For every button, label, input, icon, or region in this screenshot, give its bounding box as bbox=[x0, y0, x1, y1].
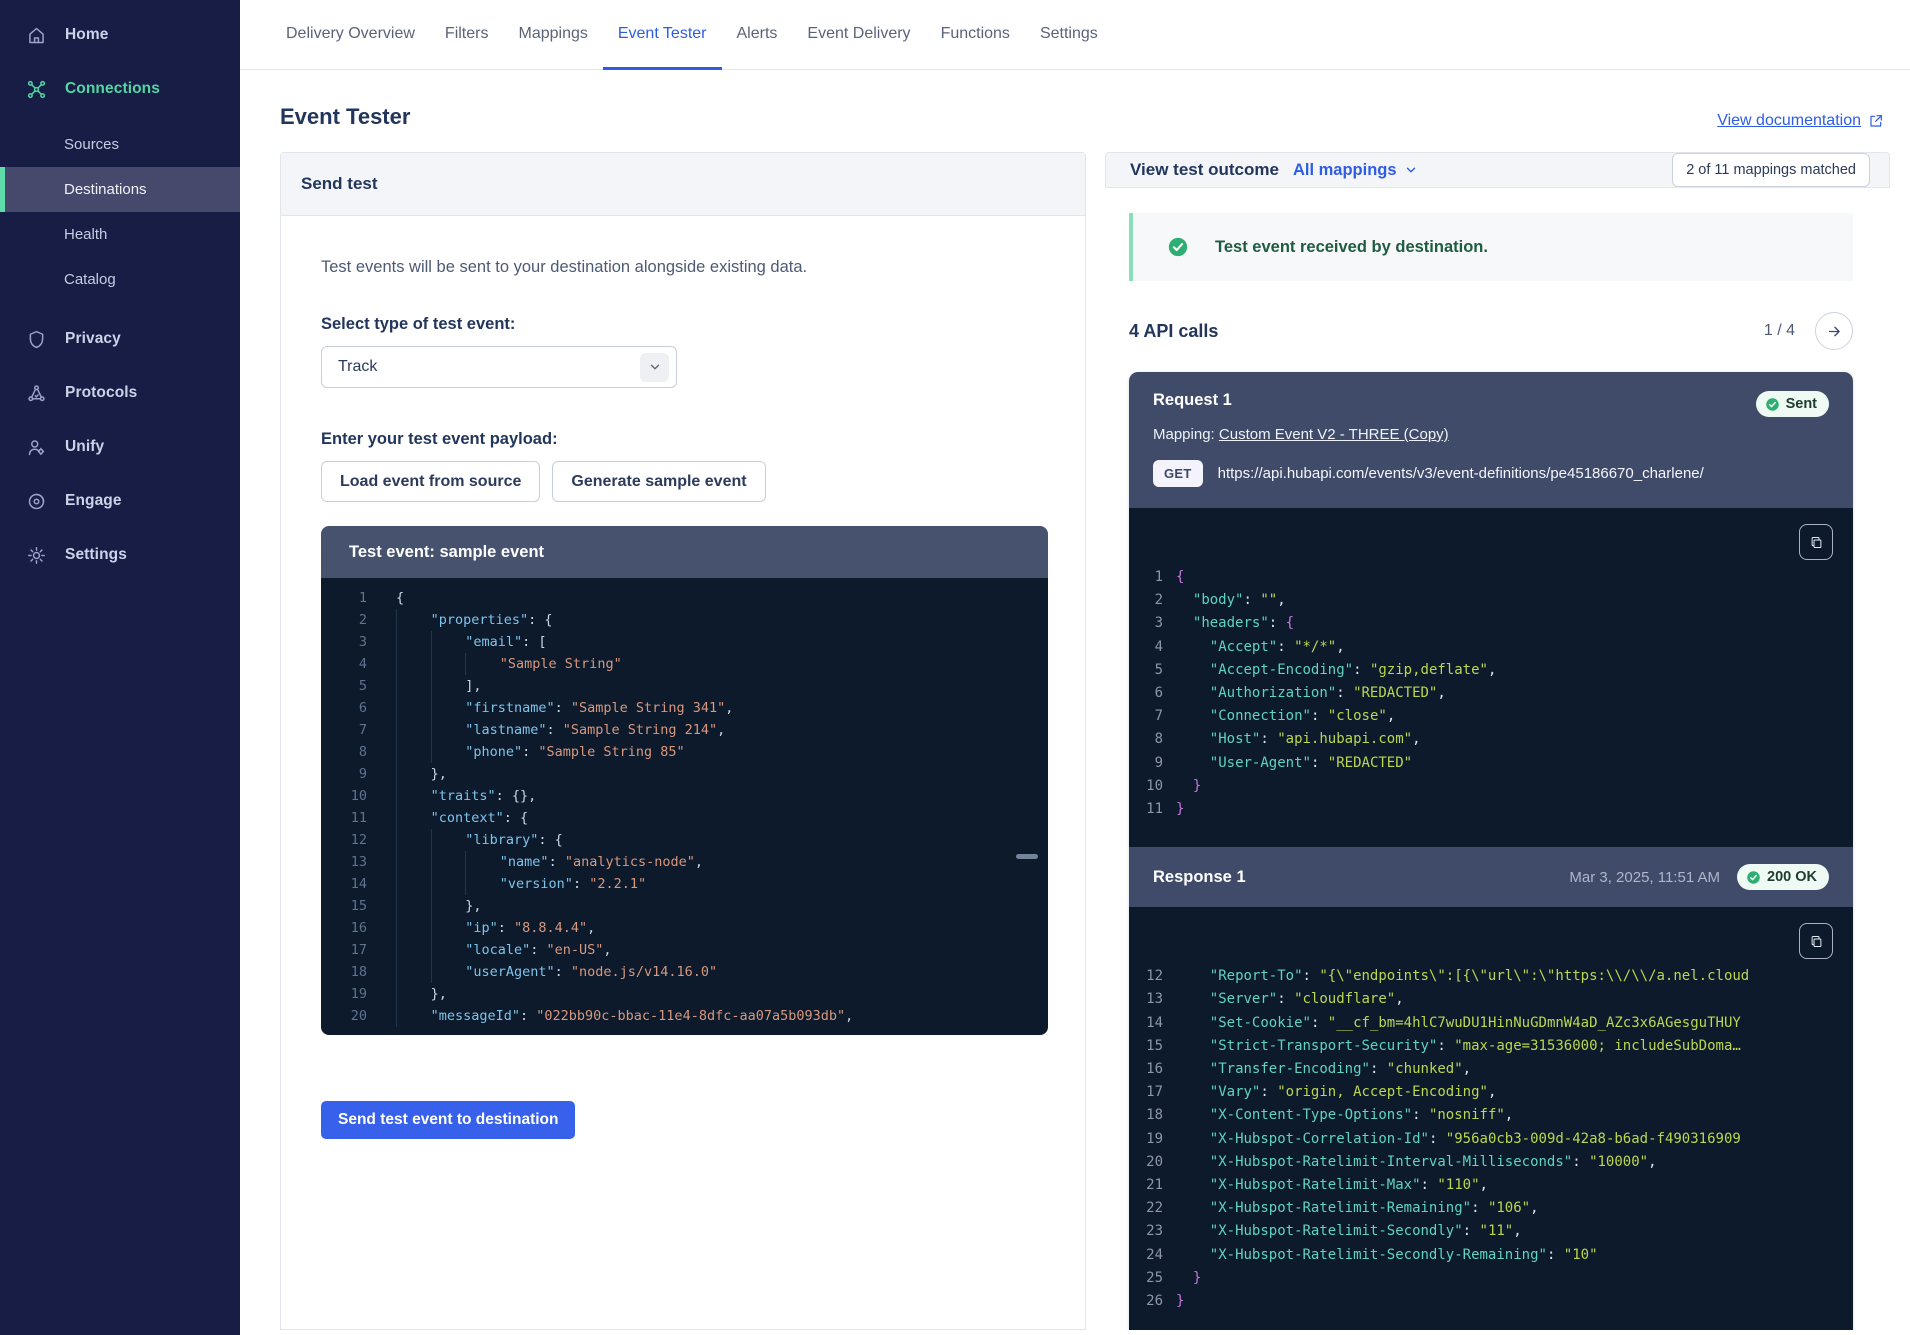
external-link-icon bbox=[1868, 113, 1884, 129]
send-test-header: Send test bbox=[281, 153, 1085, 216]
tab-functions[interactable]: Functions bbox=[926, 1, 1025, 70]
sent-status-badge: Sent bbox=[1756, 391, 1829, 417]
content-columns: Send test Test events will be sent to yo… bbox=[240, 152, 1910, 1330]
outcome-title: View test outcome bbox=[1130, 160, 1279, 180]
status-200-badge: 200 OK bbox=[1737, 864, 1829, 890]
connections-subnav: Sources Destinations Health Catalog bbox=[0, 122, 240, 302]
sidebar-item-protocols[interactable]: Protocols bbox=[0, 366, 240, 420]
pager-position: 1 / 4 bbox=[1764, 322, 1795, 340]
check-circle-icon bbox=[1167, 236, 1189, 258]
home-icon bbox=[26, 25, 47, 46]
view-documentation-link[interactable]: View documentation bbox=[1717, 112, 1884, 130]
copy-icon bbox=[1809, 934, 1824, 949]
payload-editor: Test event: sample event 1{2"properties"… bbox=[321, 526, 1048, 1035]
tab-alerts[interactable]: Alerts bbox=[722, 1, 793, 70]
load-event-from-source-button[interactable]: Load event from source bbox=[321, 461, 540, 502]
page-header: Event Tester View documentation bbox=[240, 70, 1910, 130]
send-test-event-button[interactable]: Send test event to destination bbox=[321, 1101, 575, 1139]
engage-icon bbox=[26, 491, 47, 512]
check-circle-icon bbox=[1765, 397, 1780, 412]
sidebar-item-sources[interactable]: Sources bbox=[0, 122, 240, 167]
request-body-code: 1{2"body": "",3"headers": {4"Accept": "*… bbox=[1129, 508, 1853, 847]
api-calls-title: 4 API calls bbox=[1129, 321, 1218, 342]
copy-response-button[interactable] bbox=[1799, 923, 1833, 959]
chevron-down-icon bbox=[1404, 163, 1418, 177]
api-call-pager: 1 / 4 bbox=[1764, 312, 1853, 350]
payload-label: Enter your test event payload: bbox=[321, 430, 1045, 449]
chevron-down-icon bbox=[640, 353, 669, 382]
tab-mappings[interactable]: Mappings bbox=[503, 1, 602, 70]
tab-delivery-overview[interactable]: Delivery Overview bbox=[271, 1, 430, 70]
payload-code[interactable]: 1{2"properties": {3"email": [4"Sample St… bbox=[321, 578, 1048, 1035]
mappings-matched-badge: 2 of 11 mappings matched bbox=[1672, 153, 1870, 187]
event-type-label: Select type of test event: bbox=[321, 315, 1045, 334]
unify-icon bbox=[26, 437, 47, 458]
tab-settings[interactable]: Settings bbox=[1025, 1, 1113, 70]
payload-editor-title: Test event: sample event bbox=[321, 526, 1048, 578]
sidebar-item-home[interactable]: Home bbox=[0, 8, 240, 62]
sidebar-item-engage[interactable]: Engage bbox=[0, 474, 240, 528]
mapping-label: Mapping: bbox=[1153, 426, 1215, 443]
sidebar-item-settings[interactable]: Settings bbox=[0, 528, 240, 582]
copy-request-button[interactable] bbox=[1799, 524, 1833, 560]
gear-icon bbox=[26, 545, 47, 566]
main-content: Delivery Overview Filters Mappings Event… bbox=[240, 0, 1910, 1335]
request-title: Request 1 bbox=[1153, 391, 1232, 410]
sidebar-item-privacy[interactable]: Privacy bbox=[0, 312, 240, 366]
editor-scrollbar[interactable] bbox=[1016, 854, 1038, 859]
sidebar-item-destinations[interactable]: Destinations bbox=[0, 167, 240, 212]
tab-event-tester[interactable]: Event Tester bbox=[603, 1, 722, 70]
success-message: Test event received by destination. bbox=[1215, 238, 1488, 257]
http-method-badge: GET bbox=[1153, 460, 1203, 487]
tab-filters[interactable]: Filters bbox=[430, 1, 504, 70]
response-header: Response 1 Mar 3, 2025, 11:51 AM 200 OK bbox=[1129, 847, 1853, 907]
sidebar-item-connections[interactable]: Connections bbox=[0, 62, 240, 116]
sidebar-item-catalog[interactable]: Catalog bbox=[0, 257, 240, 302]
api-call-card: Request 1 Sent Mapping: Custom Event V2 … bbox=[1129, 372, 1853, 1330]
send-test-panel: Send test Test events will be sent to yo… bbox=[280, 152, 1086, 1330]
event-type-select[interactable]: Track bbox=[321, 346, 677, 388]
check-circle-icon bbox=[1746, 870, 1761, 885]
arrow-right-icon bbox=[1826, 323, 1843, 340]
send-test-description: Test events will be sent to your destina… bbox=[321, 258, 1045, 277]
page-title: Event Tester bbox=[280, 104, 410, 130]
protocols-icon bbox=[26, 383, 47, 404]
test-outcome-header: View test outcome All mappings 2 of 11 m… bbox=[1105, 152, 1890, 188]
copy-icon bbox=[1809, 535, 1824, 550]
shield-icon bbox=[26, 329, 47, 350]
response-timestamp: Mar 3, 2025, 11:51 AM bbox=[1569, 869, 1720, 886]
mappings-filter-dropdown[interactable]: All mappings bbox=[1293, 161, 1418, 180]
sidebar-item-unify[interactable]: Unify bbox=[0, 420, 240, 474]
tab-bar: Delivery Overview Filters Mappings Event… bbox=[240, 0, 1910, 70]
response-body-code: 12"Report-To": "{\"endpoints\":[{\"url\"… bbox=[1129, 907, 1853, 1330]
response-title: Response 1 bbox=[1153, 868, 1246, 887]
connections-icon bbox=[26, 79, 47, 100]
success-banner: Test event received by destination. bbox=[1129, 213, 1853, 281]
sidebar: Home Connections Sources Destinations He… bbox=[0, 0, 240, 1335]
event-type-value: Track bbox=[338, 358, 377, 376]
generate-sample-event-button[interactable]: Generate sample event bbox=[552, 461, 765, 502]
sidebar-item-health[interactable]: Health bbox=[0, 212, 240, 257]
test-outcome-panel: View test outcome All mappings 2 of 11 m… bbox=[1105, 152, 1890, 1330]
request-url: https://api.hubapi.com/events/v3/event-d… bbox=[1218, 465, 1704, 482]
request-header: Request 1 Sent Mapping: Custom Event V2 … bbox=[1129, 372, 1853, 508]
next-api-call-button[interactable] bbox=[1815, 312, 1853, 350]
mapping-link[interactable]: Custom Event V2 - THREE (Copy) bbox=[1219, 426, 1449, 443]
tab-event-delivery[interactable]: Event Delivery bbox=[792, 1, 925, 70]
app-window: Home Connections Sources Destinations He… bbox=[0, 0, 1910, 1335]
